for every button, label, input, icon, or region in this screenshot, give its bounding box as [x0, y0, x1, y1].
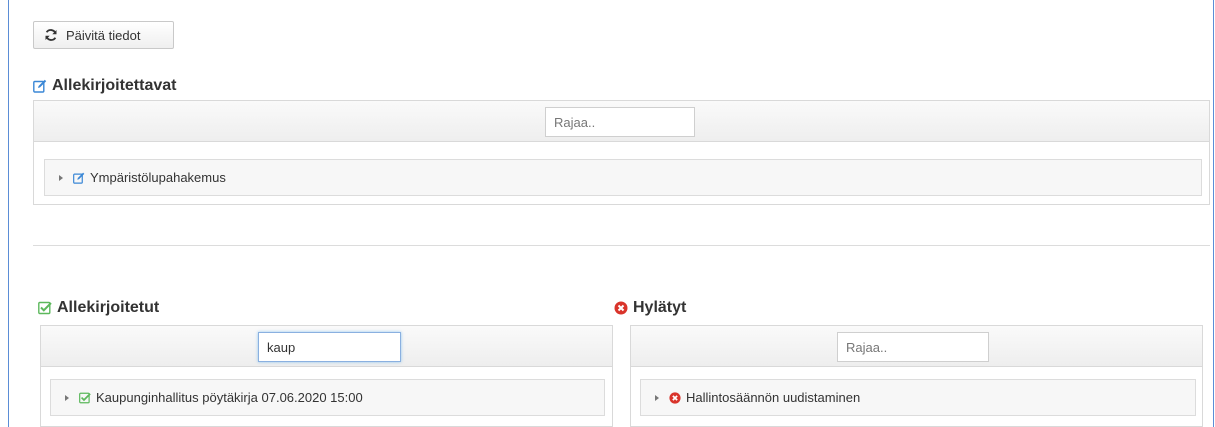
expand-caret-icon[interactable]	[59, 174, 63, 181]
list-item[interactable]: Kaupunginhallitus pöytäkirja 07.06.2020 …	[50, 379, 605, 416]
to-sign-filter-input[interactable]	[545, 107, 695, 137]
refresh-button[interactable]: Päivitä tiedot	[33, 21, 174, 49]
refresh-icon	[44, 28, 58, 42]
list-item-label: Hallintosäännön uudistaminen	[686, 390, 861, 405]
rejected-filter-input[interactable]	[837, 332, 989, 362]
times-circle-icon	[614, 301, 628, 315]
check-square-icon	[38, 301, 52, 315]
expand-caret-icon[interactable]	[65, 394, 69, 401]
rejected-title: Hylätyt	[633, 299, 687, 316]
rejected-heading: Hylätyt	[614, 299, 686, 317]
check-square-icon	[79, 392, 91, 404]
list-item[interactable]: Ympäristölupahakemus	[44, 159, 1202, 196]
to-sign-title: Allekirjoitettavat	[52, 77, 177, 94]
edit-icon	[33, 79, 47, 93]
window-frame-right	[1213, 0, 1214, 427]
to-sign-panel-header	[34, 101, 1209, 142]
expand-caret-icon[interactable]	[655, 394, 659, 401]
to-sign-panel: Ympäristölupahakemus	[33, 100, 1210, 205]
rejected-panel-header	[631, 326, 1202, 367]
signed-panel: Kaupunginhallitus pöytäkirja 07.06.2020 …	[40, 325, 613, 427]
list-item-label: Kaupunginhallitus pöytäkirja 07.06.2020 …	[96, 390, 363, 405]
list-item[interactable]: Hallintosäännön uudistaminen	[640, 379, 1196, 416]
edit-icon	[73, 172, 85, 184]
refresh-button-label: Päivitä tiedot	[66, 27, 141, 43]
signed-heading: Allekirjoitetut	[38, 299, 159, 317]
times-circle-icon	[669, 391, 681, 404]
list-item-label: Ympäristölupahakemus	[90, 170, 226, 185]
to-sign-heading: Allekirjoitettavat	[33, 77, 176, 95]
section-divider	[33, 245, 1210, 246]
rejected-panel: Hallintosäännön uudistaminen	[630, 325, 1203, 427]
signed-panel-header	[41, 326, 612, 367]
signed-title: Allekirjoitetut	[57, 299, 160, 316]
signed-filter-input[interactable]	[258, 332, 401, 362]
window-frame-left	[8, 0, 9, 427]
